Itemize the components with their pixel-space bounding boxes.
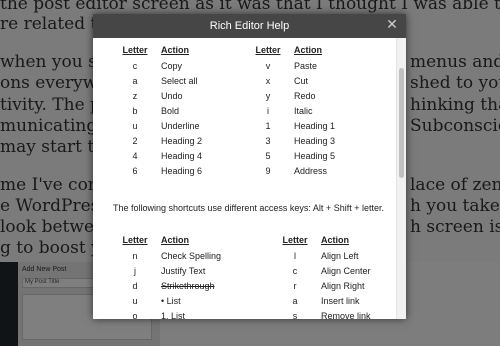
shortcut-action: Bold	[161, 106, 180, 116]
shortcut-letter: o	[132, 311, 138, 319]
table1-header-action: Action	[294, 45, 322, 55]
shortcut-letter: u	[132, 121, 138, 131]
shortcut-letter: i	[267, 106, 269, 116]
shortcut-letter: 5	[265, 151, 271, 161]
access-keys-note: The following shortcuts use different ac…	[113, 203, 384, 213]
shortcut-action: Align Right	[321, 281, 365, 291]
table2-header-letter: Letter	[282, 235, 308, 245]
shortcut-letter: 9	[265, 166, 271, 176]
shortcut-letter: s	[292, 311, 298, 319]
rich-editor-help-dialog: Rich Editor Help ✕ Letter Action Letter …	[93, 14, 406, 319]
shortcut-action: Address	[294, 166, 328, 176]
shortcut-action: Paste	[294, 61, 318, 71]
shortcut-letter: c	[292, 266, 298, 276]
shortcut-letter: n	[132, 251, 138, 261]
shortcut-action: Italic	[294, 106, 313, 116]
shortcut-action: Select all	[161, 76, 198, 86]
shortcut-action: Underline	[161, 121, 200, 131]
shortcut-letter: x	[265, 76, 271, 86]
shortcut-letter: 4	[132, 151, 138, 161]
shortcut-action: Cut	[294, 76, 309, 86]
shortcut-letter: z	[132, 91, 138, 101]
shortcut-letter: 1	[265, 121, 271, 131]
table2-header-action: Action	[321, 235, 349, 245]
shortcut-action: Heading 5	[294, 151, 336, 161]
shortcut-letter: 3	[265, 136, 271, 146]
shortcut-action: Heading 1	[294, 121, 336, 131]
shortcut-letter: j	[134, 266, 136, 276]
shortcut-action: Justify Text	[161, 266, 206, 276]
shortcut-letter: d	[132, 281, 138, 291]
dialog-content: Letter Action Letter Action c Copy v Pas…	[93, 38, 406, 319]
table2-header-letter: Letter	[122, 235, 148, 245]
shortcut-letter: v	[265, 61, 271, 71]
shortcut-action: Heading 3	[294, 136, 336, 146]
table1-header-action: Action	[161, 45, 189, 55]
shortcut-letter: u	[132, 296, 138, 306]
shortcut-action: • List	[161, 296, 181, 306]
shortcut-action: Align Left	[321, 251, 359, 261]
shortcut-letter: b	[132, 106, 138, 116]
shortcut-action: 1. List	[161, 311, 186, 319]
shortcut-action: Heading 4	[161, 151, 203, 161]
shortcut-action: Insert link	[321, 296, 360, 306]
dialog-scrollbar[interactable]	[396, 38, 406, 319]
shortcut-action: Redo	[294, 91, 316, 101]
dialog-titlebar: Rich Editor Help ✕	[93, 14, 406, 38]
scrollbar-thumb[interactable]	[399, 68, 404, 178]
shortcut-action: Undo	[161, 91, 183, 101]
shortcut-action: Align Center	[321, 266, 371, 276]
shortcut-letter: 6	[132, 166, 138, 176]
table1-header-letter: Letter	[122, 45, 148, 55]
shortcut-action: Copy	[161, 61, 183, 71]
dialog-title: Rich Editor Help	[209, 20, 290, 32]
shortcut-letter: c	[132, 61, 138, 71]
shortcut-letter: y	[265, 91, 271, 101]
shortcut-letter: a	[292, 296, 298, 306]
shortcut-letter: r	[293, 281, 297, 291]
table1-header-letter: Letter	[255, 45, 281, 55]
shortcut-letter: a	[132, 76, 138, 86]
shortcut-action: Check Spelling	[161, 251, 222, 261]
shortcut-action: Remove link	[321, 311, 371, 319]
table2-header-action: Action	[161, 235, 189, 245]
shortcut-action: Heading 2	[161, 136, 203, 146]
close-icon[interactable]: ✕	[384, 17, 400, 33]
shortcut-action: Heading 6	[161, 166, 203, 176]
shortcut-action: Strikethrough	[161, 281, 215, 291]
shortcut-letter: 2	[132, 136, 138, 146]
shortcut-letter: l	[294, 251, 296, 261]
